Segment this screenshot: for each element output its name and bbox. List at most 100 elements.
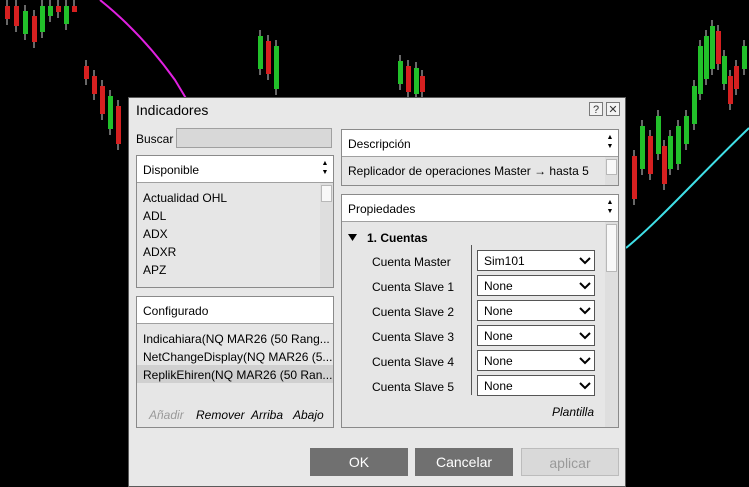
property-label: Cuenta Slave 1	[372, 280, 455, 294]
ok-button[interactable]: OK	[310, 448, 408, 476]
configured-item[interactable]: NetChangeDisplay(NQ MAR26 (5...	[143, 350, 332, 364]
description-text: Replicador de operaciones Master → hasta…	[348, 164, 589, 178]
slave-account-2-select[interactable]: None	[477, 300, 595, 321]
properties-scrollbar[interactable]	[605, 222, 618, 427]
candle-body	[684, 116, 689, 144]
moving-average-line-magenta	[99, 0, 191, 106]
description-scroll-thumb[interactable]	[606, 159, 617, 175]
description-sort-arrows-icon[interactable]: ▲ ▼	[605, 133, 615, 151]
chevron-down-icon	[579, 332, 591, 340]
available-header-label: Disponible	[143, 163, 200, 177]
collapse-triangle-icon[interactable]	[348, 234, 357, 241]
move-down-button[interactable]: Abajo	[293, 408, 324, 422]
candle-body	[640, 126, 645, 169]
properties-header: Propiedades ▲ ▼	[342, 195, 618, 222]
candle-body	[72, 6, 77, 12]
candle-body	[692, 86, 697, 124]
candle-body	[274, 46, 279, 89]
available-scroll-thumb[interactable]	[321, 185, 332, 202]
properties-scroll-thumb[interactable]	[606, 224, 617, 272]
description-body: Replicador de operaciones Master → hasta…	[342, 157, 618, 185]
description-panel: Descripción ▲ ▼ Replicador de operaciones…	[341, 129, 619, 186]
candle-body	[116, 106, 121, 144]
candle-body	[32, 16, 37, 42]
property-label: Cuenta Slave 5	[372, 380, 455, 394]
candle-body	[668, 136, 673, 169]
property-label: Cuenta Slave 4	[372, 355, 455, 369]
candle-body	[414, 68, 419, 94]
master-account-select[interactable]: Sim101	[477, 250, 595, 271]
dialog-title: Indicadores	[136, 102, 209, 118]
properties-sort-arrows-icon[interactable]: ▲ ▼	[605, 198, 615, 216]
candle-body	[632, 156, 637, 199]
candle-body	[40, 6, 45, 32]
candle-body	[734, 66, 739, 89]
properties-panel: Propiedades ▲ ▼ 1. Cuentas Cuenta Master …	[341, 194, 619, 428]
candle-body	[100, 86, 105, 114]
slave-account-4-select[interactable]: None	[477, 350, 595, 371]
move-up-button[interactable]: Arriba	[251, 408, 283, 422]
description-header: Descripción ▲ ▼	[342, 130, 618, 157]
property-label: Cuenta Slave 2	[372, 305, 455, 319]
candle-body	[84, 66, 89, 79]
add-button[interactable]: Añadir	[149, 408, 184, 422]
candle-body	[676, 126, 681, 164]
list-item[interactable]: ADL	[143, 209, 166, 223]
apply-button[interactable]: aplicar	[521, 448, 619, 476]
slave-account-3-select[interactable]: None	[477, 325, 595, 346]
available-sort-arrows-icon[interactable]: ▲ ▼	[320, 159, 330, 177]
help-button[interactable]: ?	[589, 102, 603, 116]
list-item[interactable]: Actualidad OHL	[143, 191, 227, 205]
list-item[interactable]: ADX	[143, 227, 168, 241]
candle-body	[92, 76, 97, 94]
remove-button[interactable]: Remover	[196, 408, 245, 422]
chevron-down-icon	[579, 257, 591, 265]
close-button[interactable]: ✕	[606, 102, 620, 116]
available-scrollbar[interactable]	[320, 183, 333, 287]
candle-body	[656, 116, 661, 154]
candle-body	[5, 6, 10, 19]
list-item[interactable]: ADXR	[143, 245, 176, 259]
configured-header: Configurado	[137, 297, 333, 324]
candle-body	[742, 46, 747, 69]
indicators-dialog: Indicadores ? ✕ Buscar Disponible ▲ ▼ Act…	[128, 97, 626, 487]
slave-account-1-select[interactable]: None	[477, 275, 595, 296]
candle-body	[64, 6, 69, 24]
template-link[interactable]: Plantilla	[552, 405, 594, 419]
description-header-label: Descripción	[348, 137, 411, 151]
description-scrollbar[interactable]	[605, 157, 618, 185]
candle-body	[728, 76, 733, 104]
slave-account-5-select[interactable]: None	[477, 375, 595, 396]
properties-grid: 1. Cuentas Cuenta Master Sim101 Cuenta S…	[342, 222, 618, 427]
available-header: Disponible ▲ ▼	[137, 156, 333, 183]
property-label: Cuenta Slave 3	[372, 330, 455, 344]
candle-body	[14, 6, 19, 26]
available-panel: Disponible ▲ ▼ Actualidad OHL ADL ADX ADX…	[136, 155, 334, 288]
property-group-label[interactable]: 1. Cuentas	[367, 231, 428, 245]
properties-header-label: Propiedades	[348, 202, 416, 216]
candle-body	[406, 66, 411, 92]
candle-body	[704, 36, 709, 79]
candle-body	[698, 46, 703, 94]
search-input[interactable]	[176, 128, 332, 148]
list-item[interactable]: APZ	[143, 263, 166, 277]
candle-body	[648, 136, 653, 174]
configured-item[interactable]: Indicahiara(NQ MAR26 (50 Rang...	[143, 332, 330, 346]
candle-body	[710, 26, 715, 69]
candle-body	[258, 36, 263, 69]
dialog-titlebar[interactable]: Indicadores ? ✕	[129, 98, 625, 122]
property-label: Cuenta Master	[372, 255, 451, 269]
candle-body	[108, 96, 113, 129]
candle-body	[662, 146, 667, 184]
candle-body	[23, 11, 28, 34]
candle-body	[716, 31, 721, 64]
candle-body	[56, 6, 61, 12]
configured-item-selected[interactable]: ReplikEhiren(NQ MAR26 (50 Ran...	[143, 368, 332, 382]
search-label: Buscar	[136, 132, 174, 146]
chevron-down-icon	[579, 382, 591, 390]
chevron-down-icon	[579, 282, 591, 290]
chevron-down-icon	[579, 357, 591, 365]
chevron-down-icon	[579, 307, 591, 315]
cancel-button[interactable]: Cancelar	[415, 448, 513, 476]
candle-body	[420, 76, 425, 92]
